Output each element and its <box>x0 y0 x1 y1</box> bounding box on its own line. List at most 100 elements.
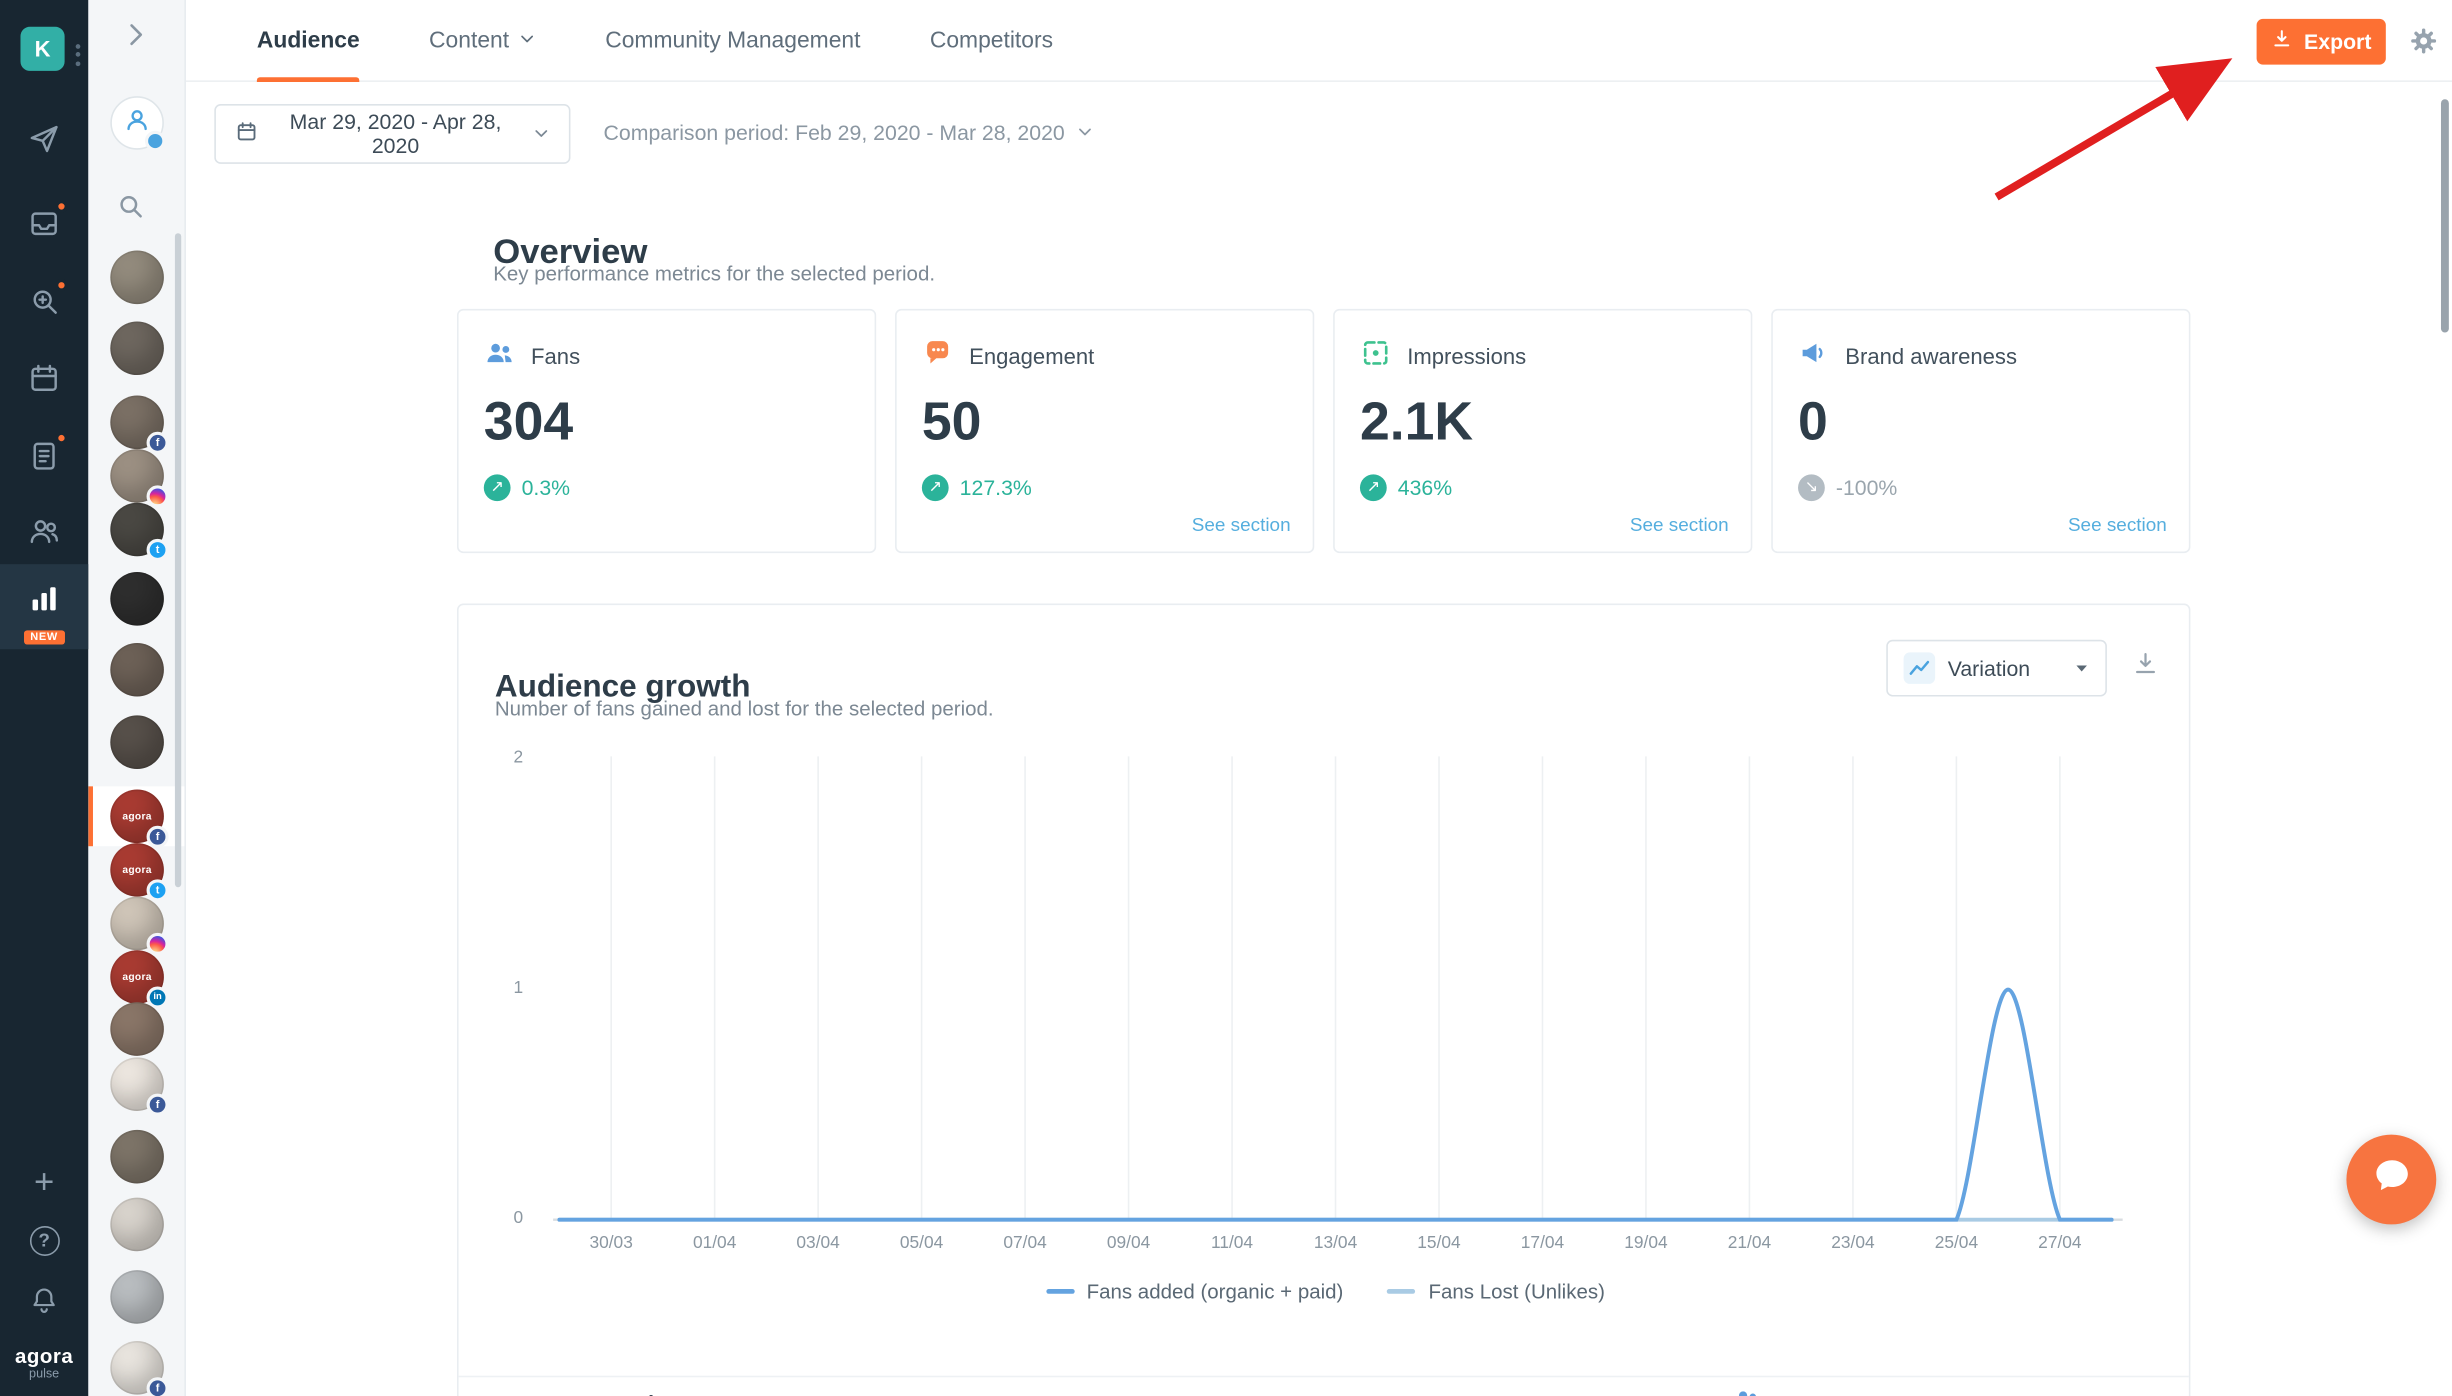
x-axis-tick: 21/04 <box>1728 1234 1771 1253</box>
workspace-menu-icon[interactable] <box>72 36 83 72</box>
x-axis-tick: 19/04 <box>1624 1234 1667 1253</box>
tab-community-management[interactable]: Community Management <box>605 0 860 82</box>
app-window: K <box>0 0 2452 1396</box>
bell-icon <box>28 1284 60 1316</box>
y-axis-tick: 2 <box>492 749 524 768</box>
nav-stats[interactable]: NEW <box>0 564 88 649</box>
instagram-icon <box>147 485 169 507</box>
engagement-icon <box>922 337 954 373</box>
caret-down-icon <box>2074 656 2090 680</box>
profile-avatar[interactable]: agoraf <box>110 789 164 843</box>
export-button[interactable]: Export <box>2257 19 2386 65</box>
users-icon <box>27 514 62 549</box>
profile-avatar[interactable] <box>110 1198 164 1252</box>
notifications-button[interactable] <box>0 1265 88 1334</box>
tab-content[interactable]: Content <box>429 0 536 82</box>
variation-dropdown[interactable]: Variation <box>1886 640 2107 697</box>
kpi-delta: ↗ 127.3% <box>922 474 1288 501</box>
profile-avatar[interactable] <box>110 1002 164 1056</box>
line-chart-icon <box>1904 652 1936 684</box>
nav-listening[interactable] <box>0 268 88 337</box>
bar-chart-icon <box>27 581 62 616</box>
nav-calendar[interactable] <box>0 344 88 413</box>
see-section-link[interactable]: See section <box>2068 514 2167 536</box>
profile-group-switcher[interactable] <box>110 96 164 150</box>
new-badge: NEW <box>24 630 64 644</box>
profile-avatar[interactable]: f <box>110 1341 164 1395</box>
kpi-card-impressions: Impressions 2.1K ↗ 436% See section <box>1333 309 1752 553</box>
avatar-label: agora <box>122 811 151 822</box>
primary-sidebar: K <box>0 0 88 1396</box>
paper-plane-icon <box>27 121 62 156</box>
tab-competitors[interactable]: Competitors <box>930 0 1053 82</box>
profile-avatar[interactable]: f <box>110 1057 164 1111</box>
profile-avatar[interactable] <box>110 715 164 769</box>
facebook-icon: f <box>147 432 169 454</box>
expand-sidebar-button[interactable] <box>120 19 152 58</box>
x-axis-tick: 25/04 <box>1935 1234 1978 1253</box>
profile-avatar[interactable]: t <box>110 503 164 557</box>
x-axis-tick: 05/04 <box>900 1234 943 1253</box>
see-section-link[interactable]: See section <box>1630 514 1729 536</box>
listening-icon <box>27 285 62 320</box>
row-label: New Organic Fans <box>536 1391 722 1396</box>
chat-widget-button[interactable] <box>2346 1135 2436 1225</box>
nav-inbox[interactable] <box>0 189 88 258</box>
x-axis-tick: 07/04 <box>1003 1234 1046 1253</box>
profile-search-button[interactable] <box>115 191 147 230</box>
notification-dot <box>55 200 68 213</box>
profile-avatar[interactable]: f <box>110 396 164 450</box>
facebook-icon: f <box>147 1377 169 1396</box>
profile-avatar[interactable] <box>110 449 164 503</box>
question-icon: ? <box>29 1225 59 1255</box>
x-axis-tick: 01/04 <box>693 1234 736 1253</box>
profile-avatar[interactable] <box>110 897 164 951</box>
chart-legend: Fans added (organic + paid) Fans Lost (U… <box>459 1280 2191 1304</box>
profile-avatar[interactable] <box>110 321 164 375</box>
kpi-cards: Fans 304 ↗ 0.3% Engagement 50 ↗ 127.3% <box>457 309 2190 553</box>
profile-avatar[interactable] <box>110 572 164 626</box>
nav-team[interactable] <box>0 496 88 565</box>
x-axis-tick: 03/04 <box>796 1234 839 1253</box>
chevron-right-icon <box>120 30 152 57</box>
profile-avatar[interactable] <box>110 1270 164 1324</box>
date-range-picker[interactable]: Mar 29, 2020 - Apr 28, 2020 <box>214 104 570 164</box>
see-section-link[interactable]: See section <box>1192 514 1291 536</box>
profile-sidebar: ftagorafagoratagorainff <box>88 0 186 1396</box>
legend-fans-lost[interactable]: Fans Lost (Unlikes) <box>1388 1280 1605 1304</box>
settings-button[interactable] <box>2408 25 2440 64</box>
workspace-avatar[interactable]: K <box>20 27 64 71</box>
x-axis-tick: 27/04 <box>2038 1234 2081 1253</box>
profile-avatar[interactable] <box>110 643 164 697</box>
kpi-delta: ↗ 0.3% <box>484 474 850 501</box>
x-axis-tick: 11/04 <box>1211 1234 1253 1253</box>
profile-avatar[interactable] <box>110 1130 164 1184</box>
legend-fans-added[interactable]: Fans added (organic + paid) <box>1046 1280 1344 1304</box>
profile-avatar[interactable]: agorain <box>110 950 164 1004</box>
chevron-down-icon <box>519 28 536 53</box>
x-axis-tick: 23/04 <box>1831 1234 1874 1253</box>
users-icon <box>1732 1385 1762 1396</box>
fans-icon <box>484 337 516 373</box>
kpi-card-fans: Fans 304 ↗ 0.3% <box>457 309 876 553</box>
nav-publishing[interactable] <box>0 104 88 173</box>
profile-scrollbar-thumb[interactable] <box>175 233 181 887</box>
inbox-icon <box>27 206 62 241</box>
kpi-card-engagement: Engagement 50 ↗ 127.3% See section <box>895 309 1314 553</box>
page-scrollbar-thumb[interactable] <box>2441 99 2449 332</box>
kpi-value: 0 <box>1798 392 2164 453</box>
trend-up-icon: ↗ <box>484 474 511 501</box>
nav-reports[interactable] <box>0 421 88 490</box>
profile-avatar[interactable] <box>110 251 164 305</box>
profile-avatar[interactable]: agorat <box>110 843 164 897</box>
comparison-period[interactable]: Comparison period: Feb 29, 2020 - Mar 28… <box>604 121 1094 145</box>
tab-audience[interactable]: Audience <box>257 0 360 82</box>
chart-download-button[interactable] <box>2132 651 2159 686</box>
agorapulse-logo: agora pulse <box>0 1344 88 1380</box>
search-icon <box>115 202 147 229</box>
twitter-icon: t <box>147 539 169 561</box>
calendar-icon <box>27 361 62 396</box>
chevron-down-icon <box>1076 121 1093 145</box>
audience-growth-chart: 30/0301/0403/0405/0407/0409/0411/0413/04… <box>495 745 2129 1265</box>
trend-up-icon: ↗ <box>1360 474 1387 501</box>
